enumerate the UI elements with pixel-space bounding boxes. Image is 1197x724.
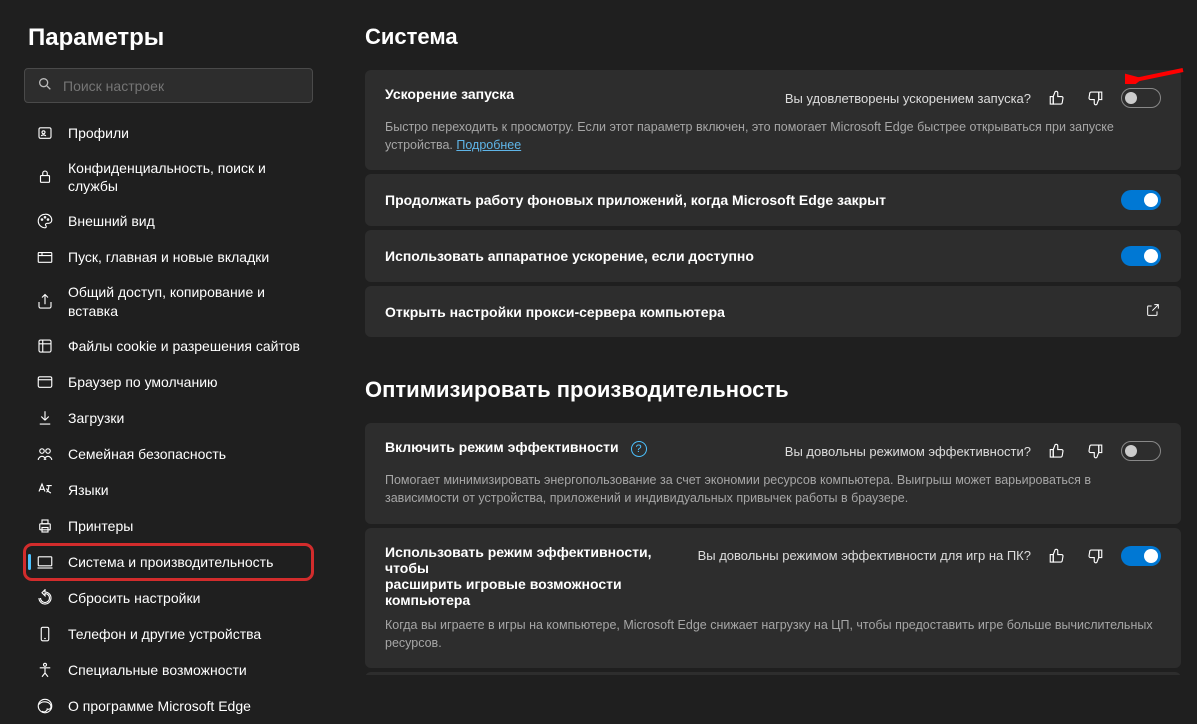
efficiency-mode-toggle[interactable] bbox=[1121, 441, 1161, 461]
settings-sidebar: Параметры Профили Конфиденциальность, по… bbox=[0, 0, 325, 675]
setting-title: Включить режим эффективности bbox=[385, 439, 619, 455]
external-link-icon bbox=[1145, 302, 1161, 321]
reset-icon bbox=[36, 589, 54, 607]
sidebar-item-label: Браузер по умолчанию bbox=[68, 373, 218, 391]
download-icon bbox=[36, 409, 54, 427]
sidebar-item-appearance[interactable]: Внешний вид bbox=[24, 203, 313, 239]
sidebar-item-printers[interactable]: Принтеры bbox=[24, 508, 313, 544]
share-icon bbox=[36, 293, 54, 311]
page-title: Параметры bbox=[24, 24, 313, 52]
system-icon bbox=[36, 553, 54, 571]
sidebar-item-system[interactable]: Система и производительность bbox=[24, 544, 313, 580]
setting-title: Продолжать работу фоновых приложений, ко… bbox=[385, 192, 886, 208]
setting-description: Помогает минимизировать энергопользовани… bbox=[385, 471, 1161, 507]
setting-efficiency-gaming: Использовать режим эффективности, чтобыр… bbox=[365, 528, 1181, 668]
sidebar-item-label: Загрузки bbox=[68, 409, 124, 427]
sidebar-item-label: Система и производительность bbox=[68, 553, 273, 571]
feedback-question: Вы довольны режимом эффективности для иг… bbox=[698, 548, 1031, 563]
sidebar-item-languages[interactable]: Языки bbox=[24, 472, 313, 508]
lock-icon bbox=[36, 168, 54, 186]
help-icon[interactable]: ? bbox=[631, 441, 647, 457]
hardware-accel-toggle[interactable] bbox=[1121, 246, 1161, 266]
sidebar-item-label: Специальные возможности bbox=[68, 661, 247, 679]
thumbs-down-button[interactable] bbox=[1083, 439, 1107, 463]
sidebar-item-profiles[interactable]: Профили bbox=[24, 115, 313, 151]
sidebar-item-label: Принтеры bbox=[68, 517, 133, 535]
sidebar-item-label: Внешний вид bbox=[68, 212, 155, 230]
cookie-icon bbox=[36, 337, 54, 355]
section-title-performance: Оптимизировать производительность bbox=[365, 377, 1181, 403]
sidebar-item-about[interactable]: О программе Microsoft Edge bbox=[24, 688, 313, 724]
sidebar-item-downloads[interactable]: Загрузки bbox=[24, 400, 313, 436]
setting-description: Когда вы играете в игры на компьютере, M… bbox=[385, 616, 1161, 652]
sidebar-item-start[interactable]: Пуск, главная и новые вкладки bbox=[24, 239, 313, 275]
setting-efficiency-mode: Включить режим эффективности ? Вы доволь… bbox=[365, 423, 1181, 523]
family-icon bbox=[36, 445, 54, 463]
setting-description: Быстро переходить к просмотру. Если этот… bbox=[385, 118, 1161, 154]
setting-title: Использовать режим эффективности, чтобыр… bbox=[385, 544, 682, 608]
startup-boost-toggle[interactable] bbox=[1121, 88, 1161, 108]
thumbs-down-button[interactable] bbox=[1083, 544, 1107, 568]
sidebar-item-reset[interactable]: Сбросить настройки bbox=[24, 580, 313, 616]
printer-icon bbox=[36, 517, 54, 535]
thumbs-up-button[interactable] bbox=[1045, 439, 1069, 463]
accessibility-icon bbox=[36, 661, 54, 679]
thumbs-up-button[interactable] bbox=[1045, 86, 1069, 110]
setting-background-apps: Продолжать работу фоновых приложений, ко… bbox=[365, 174, 1181, 226]
sidebar-nav: Профили Конфиденциальность, поиск и служ… bbox=[24, 115, 313, 724]
sidebar-item-accessibility[interactable]: Специальные возможности bbox=[24, 652, 313, 688]
palette-icon bbox=[36, 212, 54, 230]
sidebar-item-label: О программе Microsoft Edge bbox=[68, 697, 251, 715]
profile-icon bbox=[36, 124, 54, 142]
sidebar-item-label: Семейная безопасность bbox=[68, 445, 226, 463]
search-input[interactable] bbox=[63, 78, 300, 94]
sidebar-item-label: Сбросить настройки bbox=[68, 589, 200, 607]
thumbs-down-button[interactable] bbox=[1083, 86, 1107, 110]
sidebar-item-family[interactable]: Семейная безопасность bbox=[24, 436, 313, 472]
setting-startup-boost: Ускорение запуска Вы удовлетворены ускор… bbox=[365, 70, 1181, 170]
browser-icon bbox=[36, 373, 54, 391]
section-title-system: Система bbox=[365, 24, 1181, 50]
main-content: Система Ускорение запуска Вы удовлетворе… bbox=[325, 0, 1197, 675]
background-apps-toggle[interactable] bbox=[1121, 190, 1161, 210]
feedback-question: Вы довольны режимом эффективности? bbox=[785, 444, 1031, 459]
tabs-icon bbox=[36, 248, 54, 266]
thumbs-up-button[interactable] bbox=[1045, 544, 1069, 568]
language-icon bbox=[36, 481, 54, 499]
sidebar-item-share[interactable]: Общий доступ, копирование и вставка bbox=[24, 275, 313, 327]
sidebar-item-label: Пуск, главная и новые вкладки bbox=[68, 248, 269, 266]
sidebar-item-label: Конфиденциальность, поиск и службы bbox=[68, 159, 301, 195]
sidebar-item-label: Профили bbox=[68, 124, 129, 142]
sidebar-item-label: Телефон и другие устройства bbox=[68, 625, 261, 643]
setting-title: Открыть настройки прокси-сервера компьют… bbox=[385, 304, 725, 320]
sidebar-item-privacy[interactable]: Конфиденциальность, поиск и службы bbox=[24, 151, 313, 203]
setting-title: Ускорение запуска bbox=[385, 86, 769, 102]
search-icon bbox=[37, 76, 63, 95]
feedback-question: Вы удовлетворены ускорением запуска? bbox=[785, 91, 1031, 106]
setting-proxy[interactable]: Открыть настройки прокси-сервера компьют… bbox=[365, 286, 1181, 337]
phone-icon bbox=[36, 625, 54, 643]
sidebar-item-cookies[interactable]: Файлы cookie и разрешения сайтов bbox=[24, 328, 313, 364]
sidebar-item-label: Языки bbox=[68, 481, 109, 499]
setting-title: Использовать аппаратное ускорение, если … bbox=[385, 248, 754, 264]
sidebar-item-default-browser[interactable]: Браузер по умолчанию bbox=[24, 364, 313, 400]
sidebar-item-phone[interactable]: Телефон и другие устройства bbox=[24, 616, 313, 652]
search-input-container[interactable] bbox=[24, 68, 313, 103]
setting-hardware-accel: Использовать аппаратное ускорение, если … bbox=[365, 230, 1181, 282]
learn-more-link[interactable]: Подробнее bbox=[456, 138, 521, 152]
efficiency-gaming-toggle[interactable] bbox=[1121, 546, 1161, 566]
sidebar-item-label: Общий доступ, копирование и вставка bbox=[68, 283, 301, 319]
sidebar-item-label: Файлы cookie и разрешения сайтов bbox=[68, 337, 300, 355]
edge-icon bbox=[36, 697, 54, 715]
